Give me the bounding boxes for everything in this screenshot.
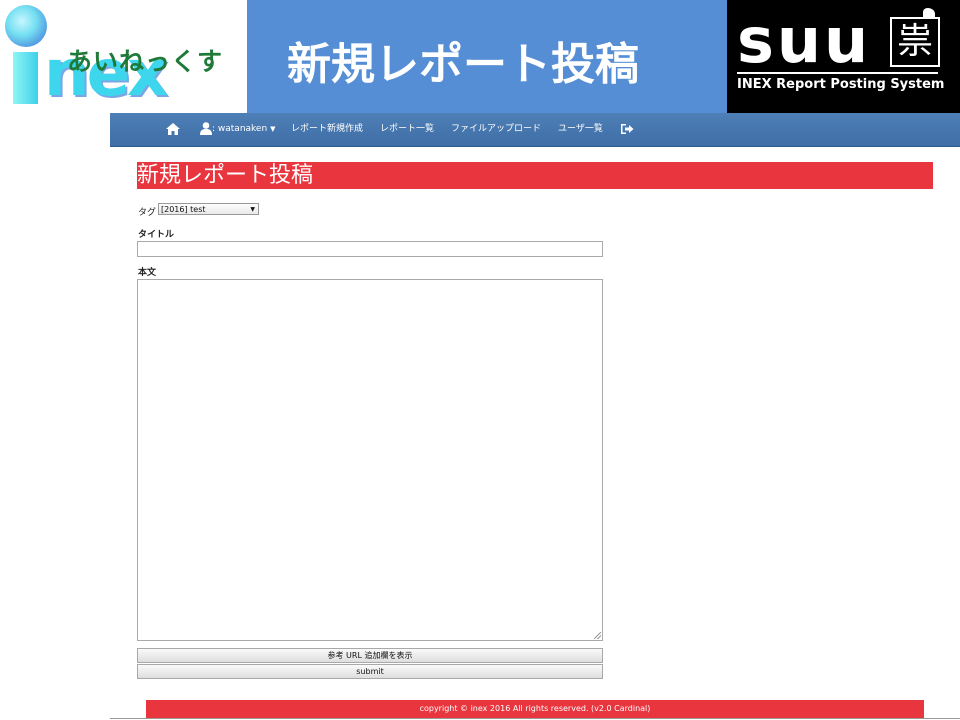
nav-home[interactable] <box>166 113 180 146</box>
suu-brand-logo: suu 祟 INEX Report Posting System <box>727 0 960 113</box>
nav-user-list[interactable]: ユーザ一覧 <box>558 113 603 146</box>
cat-icon <box>923 8 935 18</box>
nav-file-upload[interactable]: ファイルアップロード <box>451 113 541 146</box>
body-label: 本文 <box>138 268 157 278</box>
brand-divider <box>737 72 938 74</box>
body-textarea[interactable] <box>137 279 603 641</box>
nav-report-list[interactable]: レポート一覧 <box>380 113 434 146</box>
title-input[interactable] <box>137 241 603 257</box>
page-title: 新規レポート投稿 <box>137 162 933 189</box>
brand-name: suu <box>737 4 872 77</box>
brand-kanji: 祟 <box>890 17 940 67</box>
banner-title-area: 新規レポート投稿 <box>247 0 727 113</box>
logout-icon <box>621 123 634 134</box>
submit-button[interactable]: submit <box>137 664 603 679</box>
tag-selected-value: [2016] test <box>161 205 206 214</box>
logo-jp-text: あいねっくす <box>67 47 224 76</box>
tag-select[interactable]: [2016] test ▼ <box>158 203 259 215</box>
logo-dot <box>5 5 47 47</box>
inex-logo: nex あいねっくす <box>0 0 247 113</box>
tag-label: タグ <box>138 208 157 218</box>
logo-stem <box>13 52 38 104</box>
user-name: watanaken <box>217 124 268 134</box>
caret-down-icon: ▼ <box>270 125 276 133</box>
footer-divider <box>110 718 960 719</box>
brand-subtitle: INEX Report Posting System <box>737 77 945 92</box>
home-icon <box>166 122 180 135</box>
nav-new-report[interactable]: レポート新規作成 <box>291 113 363 146</box>
nav-logout[interactable] <box>620 113 634 146</box>
footer: copyright © inex 2016 All rights reserve… <box>146 700 924 718</box>
show-reference-url-button[interactable]: 参考 URL 追加欄を表示 <box>137 648 603 663</box>
resize-grip-icon[interactable] <box>594 632 601 639</box>
top-navbar: : watanaken ▼ レポート新規作成 レポート一覧 ファイルアップロード… <box>110 113 960 147</box>
user-icon <box>200 122 212 135</box>
title-label: タイトル <box>138 230 175 240</box>
banner-title: 新規レポート投稿 <box>287 39 639 90</box>
dropdown-arrow-icon: ▼ <box>250 206 255 213</box>
nav-user-menu[interactable]: : watanaken ▼ <box>200 113 275 146</box>
